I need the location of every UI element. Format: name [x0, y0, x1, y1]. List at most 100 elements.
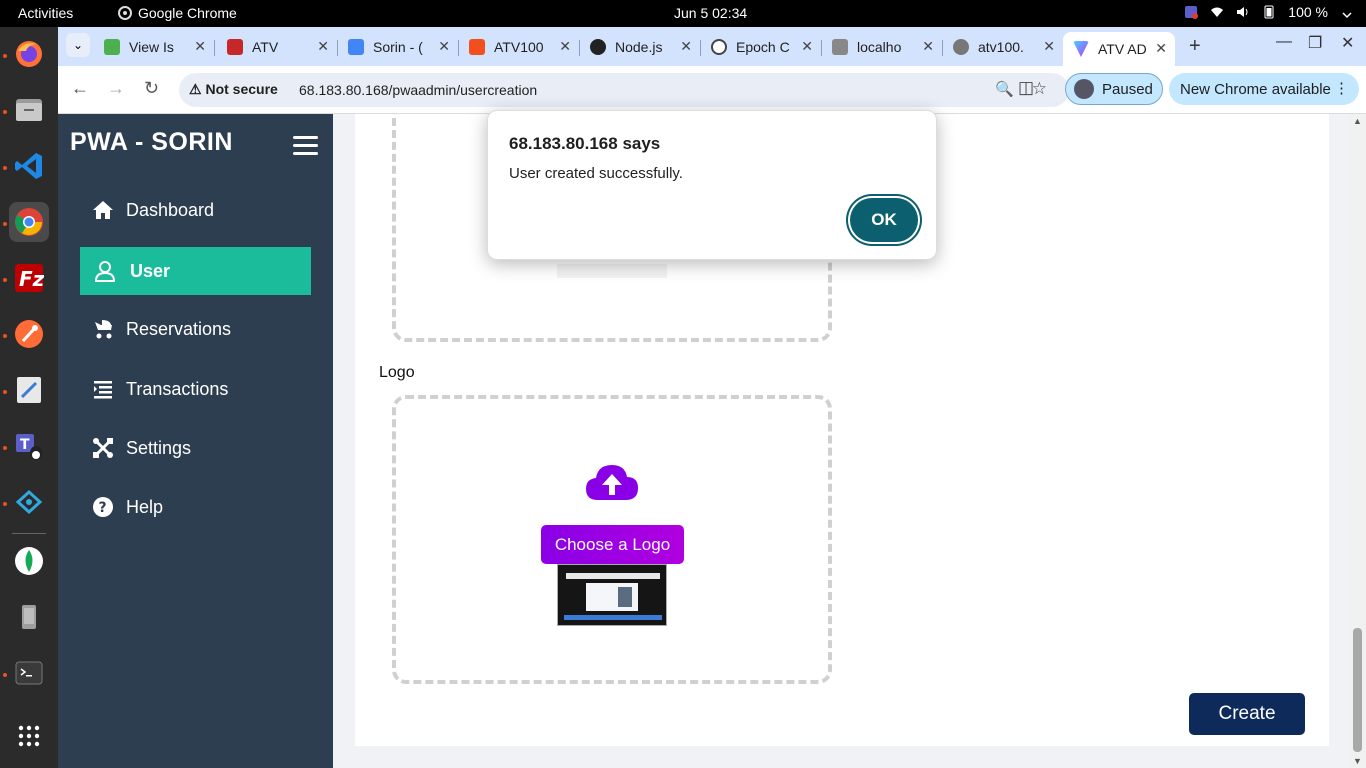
url-text[interactable]: 68.183.80.168/pwaadmin/usercreation	[299, 82, 537, 98]
nav-label: Dashboard	[126, 199, 215, 220]
filezilla-icon[interactable]: Fz	[9, 258, 49, 298]
page-scrollbar[interactable]: ▲ ▼	[1349, 114, 1366, 768]
close-icon[interactable]: ✕	[680, 38, 692, 55]
zoom-icon[interactable]: 🔍	[995, 80, 1014, 98]
maximize-icon[interactable]: ❐	[1308, 33, 1322, 53]
tab-localhost[interactable]: localho ✕	[832, 33, 942, 61]
close-icon[interactable]: ✕	[1043, 38, 1055, 55]
tab-favicon-icon	[469, 39, 485, 55]
clock-icon	[711, 39, 727, 55]
volume-icon	[1237, 7, 1248, 17]
tab-favicon-icon	[348, 39, 364, 55]
scrollbar-thumb[interactable]	[1353, 628, 1362, 752]
more-vert-icon[interactable]: ⋮	[1334, 79, 1349, 97]
postman-icon[interactable]	[9, 314, 49, 354]
logo-label: Logo	[379, 364, 415, 381]
nav-label: Help	[126, 496, 164, 517]
close-icon[interactable]: ✕	[922, 38, 934, 55]
back-icon[interactable]: ←	[71, 78, 89, 99]
chevron-down-icon: ⌄	[72, 38, 84, 52]
firefox-icon[interactable]	[9, 34, 49, 74]
stroller-icon	[92, 318, 114, 340]
system-tray[interactable]: 100 %	[1184, 4, 1354, 20]
teams-icon[interactable]: T	[9, 426, 49, 466]
profile-paused-button[interactable]: Paused	[1065, 73, 1163, 105]
scroll-up-icon[interactable]: ▲	[1353, 116, 1362, 126]
nav-item-settings[interactable]: Settings	[80, 424, 311, 472]
tab-label: View Is	[129, 39, 174, 55]
mongodb-compass-icon[interactable]	[9, 541, 49, 581]
tab-epoch[interactable]: Epoch C ✕	[711, 33, 821, 61]
close-icon[interactable]: ✕	[559, 38, 571, 55]
tab-atv100[interactable]: atv100. ✕	[953, 33, 1063, 61]
alert-dialog: 68.183.80.168 says User created successf…	[487, 110, 937, 260]
tab-favicon-icon	[227, 39, 243, 55]
nav-label: User	[130, 260, 171, 281]
text-editor-icon[interactable]	[9, 370, 49, 410]
new-tab-button[interactable]: +	[1189, 35, 1201, 58]
activities-button[interactable]: Activities	[18, 5, 73, 21]
system-top-bar: Activities Google Chrome Jun 5 02:34 100…	[0, 0, 1366, 27]
reload-icon[interactable]: ↻	[144, 78, 159, 99]
close-icon[interactable]: ✕	[438, 38, 450, 55]
svg-text:?: ?	[99, 500, 107, 516]
nav-item-help[interactable]: ? Help	[80, 483, 311, 531]
close-icon[interactable]: ✕	[1155, 40, 1167, 57]
tab-label: ATV	[252, 39, 279, 55]
vite-icon	[1073, 41, 1089, 57]
tab-favicon-icon	[590, 39, 606, 55]
usb-drive-icon[interactable]	[9, 597, 49, 637]
clock[interactable]: Jun 5 02:34	[674, 5, 747, 21]
nav-label: Transactions	[126, 378, 229, 399]
tab-atv-admin[interactable]: ATV AD ✕	[1063, 32, 1175, 66]
minimize-icon[interactable]: —	[1276, 33, 1292, 51]
hamburger-menu-icon[interactable]	[293, 136, 318, 156]
logo-preview-thumbnail	[557, 564, 667, 626]
nav-item-transactions[interactable]: Transactions	[80, 365, 311, 413]
dock: Fz T	[0, 27, 58, 768]
close-window-icon[interactable]: ✕	[1341, 33, 1354, 53]
close-icon[interactable]: ✕	[194, 38, 206, 55]
chrome-icon[interactable]	[9, 202, 49, 242]
battery-level: 100 %	[1288, 4, 1328, 20]
extensions-puzzle-icon[interactable]: ◫	[1018, 78, 1034, 98]
tab-atv100-figma[interactable]: ATV100 ✕	[469, 33, 579, 61]
address-bar[interactable]: ⚠ Not secure 68.183.80.168/pwaadmin/user…	[179, 73, 1069, 107]
nav-item-user[interactable]: User	[80, 247, 311, 295]
tab-atv[interactable]: ATV ✕	[227, 33, 337, 61]
ok-button[interactable]: OK	[850, 198, 918, 242]
files-icon[interactable]	[9, 90, 49, 130]
wifi-icon	[1211, 7, 1224, 17]
brand-title: PWA - SORIN	[70, 128, 233, 156]
tab-search-button[interactable]: ⌄	[66, 33, 90, 57]
remote-desktop-icon[interactable]	[9, 482, 49, 522]
app-grid-icon[interactable]	[9, 716, 49, 756]
create-button[interactable]: Create	[1189, 693, 1305, 735]
nav-item-dashboard[interactable]: Dashboard	[80, 186, 311, 234]
forward-icon[interactable]: →	[107, 78, 125, 99]
vscode-icon[interactable]	[9, 146, 49, 186]
tab-strip: ⌄ View Is ✕ ATV ✕ Sorin - ( ✕ ATV100 ✕ N…	[58, 27, 1366, 66]
tab-label: localho	[857, 39, 902, 55]
avatar	[1074, 79, 1094, 99]
close-icon[interactable]: ✕	[317, 38, 329, 55]
teams-tray-icon	[1185, 6, 1199, 19]
tab-nodejs[interactable]: Node.js ✕	[590, 33, 700, 61]
update-label: New Chrome available	[1180, 80, 1331, 98]
app-menu[interactable]: Google Chrome	[118, 5, 237, 21]
update-chrome-button[interactable]: New Chrome available ⋮	[1169, 73, 1359, 105]
alert-message: User created successfully.	[509, 165, 683, 182]
tab-view-issues[interactable]: View Is ✕	[104, 33, 214, 61]
profile-status: Paused	[1102, 80, 1153, 98]
close-icon[interactable]: ✕	[801, 38, 813, 55]
choose-logo-button[interactable]: Choose a Logo	[541, 525, 684, 564]
app-name: Google Chrome	[138, 5, 237, 21]
tab-sorin-doc[interactable]: Sorin - ( ✕	[348, 33, 458, 61]
tab-label: Node.js	[615, 39, 663, 55]
nav-label: Settings	[126, 437, 192, 458]
terminal-icon[interactable]	[9, 653, 49, 693]
not-secure-indicator[interactable]: ⚠ Not secure	[189, 81, 278, 98]
help-icon: ?	[92, 496, 114, 518]
nav-item-reservations[interactable]: Reservations	[80, 305, 311, 353]
scroll-down-icon[interactable]: ▼	[1353, 756, 1362, 766]
